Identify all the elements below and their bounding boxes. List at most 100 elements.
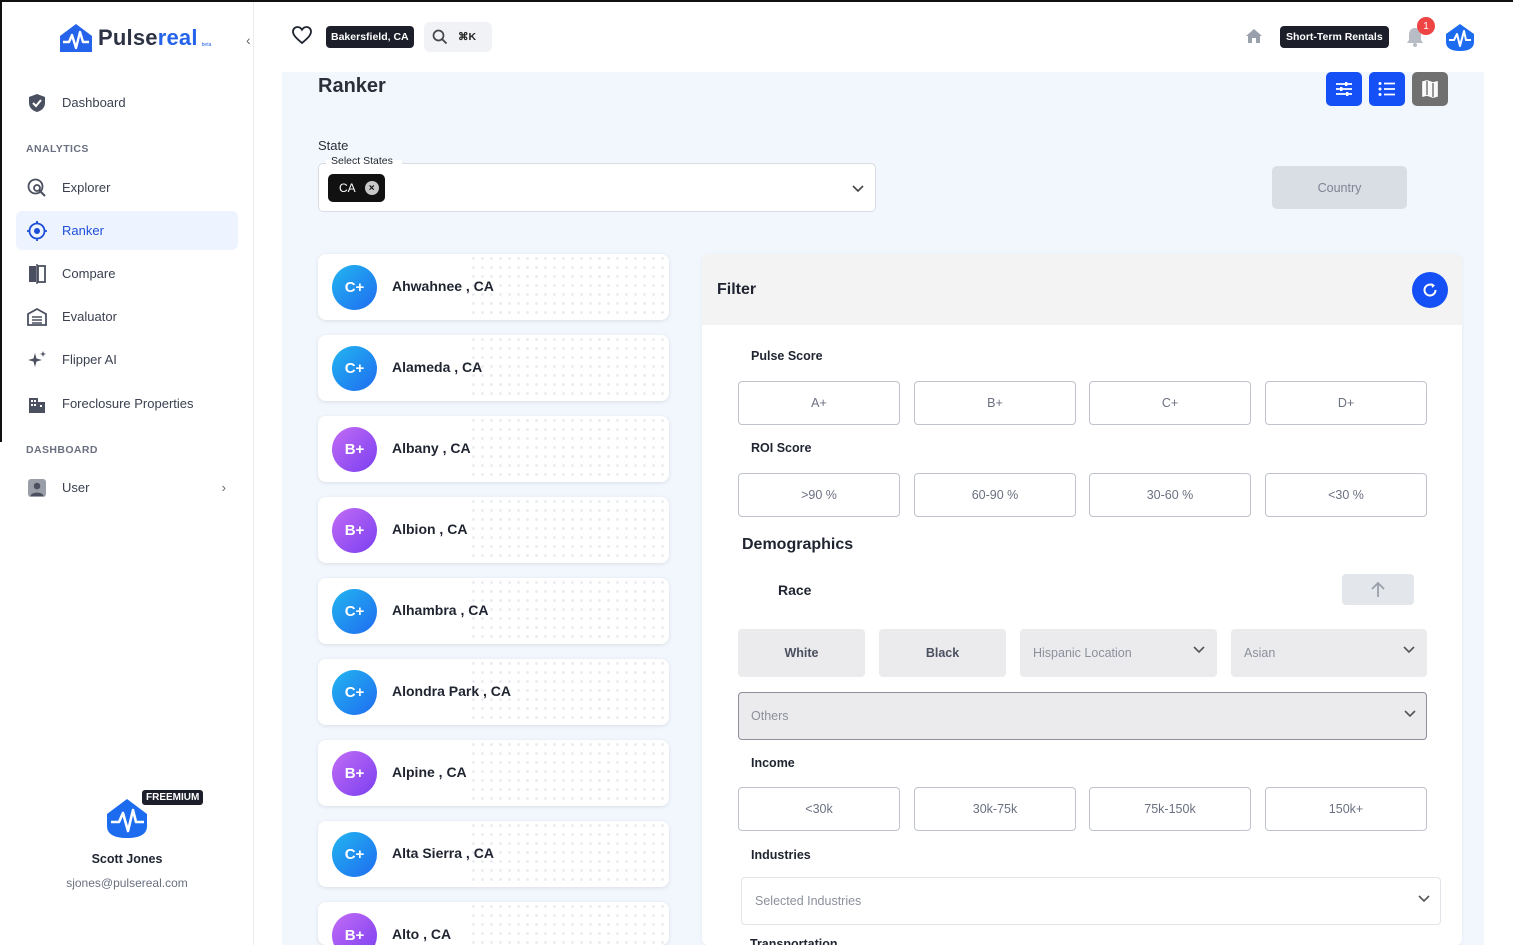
page-title: Ranker [318,75,386,97]
chevron-down-icon [1193,646,1205,654]
city-card[interactable]: C+ Alhambra , CA [318,578,669,644]
transportation-label: Transportation [750,937,838,945]
brand-logo[interactable]: Pulsereal beta [58,22,211,54]
sidebar-item-label: Evaluator [62,309,117,324]
filter-panel: Filter Pulse Score A+ B+ C+ D+ ROI Score… [702,254,1462,945]
roi-score-option[interactable]: 30-60 % [1089,473,1251,517]
city-card[interactable]: C+ Alta Sierra , CA [318,821,669,887]
income-option[interactable]: 75k-150k [1089,787,1251,831]
sidebar-item-label: Compare [62,266,116,281]
race-label: Race [778,582,812,598]
city-name: Alhambra , CA [392,602,489,618]
country-button[interactable]: Country [1272,166,1407,209]
search-button[interactable]: ⌘K [424,22,492,52]
sidebar-item-label: Dashboard [62,95,126,110]
sidebar-item-ranker[interactable]: Ranker [16,211,238,250]
brand-subtitle: beta [201,42,212,48]
state-label: State [318,138,349,153]
refresh-icon [1423,283,1437,297]
city-name: Alto , CA [392,926,452,942]
location-badge[interactable]: Bakersfield, CA [326,26,414,48]
grade-badge: B+ [332,913,377,945]
chevron-down-icon [1404,710,1416,718]
filter-view-button[interactable] [1326,72,1362,106]
map-icon [1422,80,1438,98]
grade-badge: B+ [332,427,377,472]
roi-score-option[interactable]: >90 % [738,473,900,517]
chevron-down-icon [1418,895,1430,903]
city-name: Alpine , CA [392,764,467,780]
compare-icon [26,263,48,285]
avatar[interactable] [1444,22,1476,57]
sidebar-item-user[interactable]: User › [16,468,238,507]
collapse-sidebar-icon[interactable]: ‹ [246,32,251,48]
income-option[interactable]: 30k-75k [914,787,1076,831]
sidebar-item-label: Flipper AI [62,352,117,367]
chevron-right-icon: › [221,480,226,495]
roi-score-option[interactable]: <30 % [1265,473,1427,517]
sparkles-icon [26,349,48,371]
home-icon[interactable] [1245,28,1263,49]
race-white-button[interactable]: White [738,629,865,677]
sliders-icon [1336,82,1352,96]
city-card[interactable]: B+ Alto , CA [318,902,669,945]
search-icon [432,29,448,45]
city-name: Alameda , CA [392,359,483,375]
profile-email: sjones@pulsereal.com [66,876,188,890]
asian-select[interactable]: Asian [1231,629,1427,677]
industries-select[interactable]: Selected Industries [741,877,1441,925]
city-name: Albion , CA [392,521,468,537]
reset-filters-button[interactable] [1412,272,1448,308]
city-card[interactable]: B+ Alpine , CA [318,740,669,806]
city-name: Ahwahnee , CA [392,278,494,294]
sidebar-item-label: Explorer [62,180,111,195]
city-card[interactable]: C+ Alondra Park , CA [318,659,669,725]
state-chip[interactable]: CA × [328,174,385,202]
brand-name: Pulsereal [98,25,198,50]
others-select[interactable]: Others [738,692,1427,740]
filter-header [702,254,1462,325]
sidebar-item-label: Ranker [62,223,104,238]
filter-title: Filter [717,281,757,298]
pulse-score-option[interactable]: A+ [738,381,900,425]
pulse-score-option[interactable]: B+ [914,381,1076,425]
chevron-down-icon[interactable] [852,180,864,198]
grade-badge: C+ [332,670,377,715]
sidebar-item-flipper-ai[interactable]: Flipper AI [16,340,238,379]
card-pattern [469,497,669,563]
grade-badge: B+ [332,751,377,796]
heart-icon[interactable] [292,26,312,49]
industries-label: Industries [751,848,811,862]
card-pattern [469,254,669,320]
sidebar-item-explorer[interactable]: Explorer [16,168,238,207]
race-black-button[interactable]: Black [879,629,1006,677]
hispanic-location-placeholder: Hispanic Location [1033,646,1132,660]
sidebar-item-label: User [62,480,90,495]
list-view-button[interactable] [1369,72,1405,106]
sidebar-item-compare[interactable]: Compare [16,254,238,293]
industries-placeholder: Selected Industries [755,894,862,908]
city-card[interactable]: C+ Alameda , CA [318,335,669,401]
income-option[interactable]: 150k+ [1265,787,1427,831]
rental-mode-badge[interactable]: Short-Term Rentals [1280,26,1389,48]
map-view-button[interactable] [1412,72,1448,106]
sidebar-item-dashboard[interactable]: Dashboard [16,83,238,122]
sidebar-item-evaluator[interactable]: Evaluator [16,297,238,336]
buildings-icon [26,393,48,415]
hispanic-location-select[interactable]: Hispanic Location [1020,629,1217,677]
grade-badge: B+ [332,508,377,553]
income-label: Income [751,756,795,770]
city-card[interactable]: C+ Ahwahnee , CA [318,254,669,320]
collapse-race-button[interactable] [1342,574,1414,605]
remove-chip-icon[interactable]: × [364,181,379,195]
asian-placeholder: Asian [1244,646,1276,660]
sidebar-item-foreclosure-properties[interactable]: Foreclosure Properties [16,384,238,423]
pulse-score-option[interactable]: C+ [1089,381,1251,425]
roi-score-option[interactable]: 60-90 % [914,473,1076,517]
city-card[interactable]: B+ Albion , CA [318,497,669,563]
income-option[interactable]: <30k [738,787,900,831]
city-card[interactable]: B+ Albany , CA [318,416,669,482]
shield-icon [26,92,48,114]
state-select[interactable] [318,163,876,212]
pulse-score-option[interactable]: D+ [1265,381,1427,425]
